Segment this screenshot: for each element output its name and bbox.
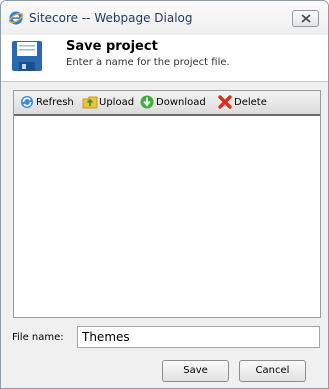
download-icon (140, 95, 154, 109)
save-button[interactable]: Save (162, 360, 229, 382)
window-title: Sitecore -- Webpage Dialog (29, 11, 193, 25)
download-label: Download (156, 97, 206, 108)
close-button[interactable] (292, 10, 319, 27)
floppy-disk-icon (12, 41, 42, 71)
refresh-label: Refresh (36, 97, 74, 108)
file-list-panel[interactable]: Refresh Upload Download Delete (13, 90, 321, 318)
internet-explorer-icon (8, 11, 24, 25)
file-name-input[interactable] (77, 326, 320, 348)
dialog-title: Save project (66, 39, 158, 54)
delete-icon (218, 95, 232, 109)
header-divider (1, 81, 328, 82)
dialog-window: Sitecore -- Webpage Dialog Save project … (0, 0, 329, 389)
file-name-label: File name: (12, 332, 64, 343)
file-toolbar: Refresh Upload Download Delete (14, 91, 320, 116)
delete-label: Delete (234, 97, 267, 108)
refresh-icon (21, 96, 33, 108)
dialog-header: Save project Enter a name for the projec… (1, 35, 328, 81)
title-bar: Sitecore -- Webpage Dialog (1, 1, 328, 35)
dialog-subtitle: Enter a name for the project file. (66, 57, 230, 68)
cancel-button[interactable]: Cancel (239, 360, 306, 382)
close-icon (301, 14, 311, 23)
upload-icon (82, 96, 98, 109)
upload-label: Upload (99, 97, 135, 108)
